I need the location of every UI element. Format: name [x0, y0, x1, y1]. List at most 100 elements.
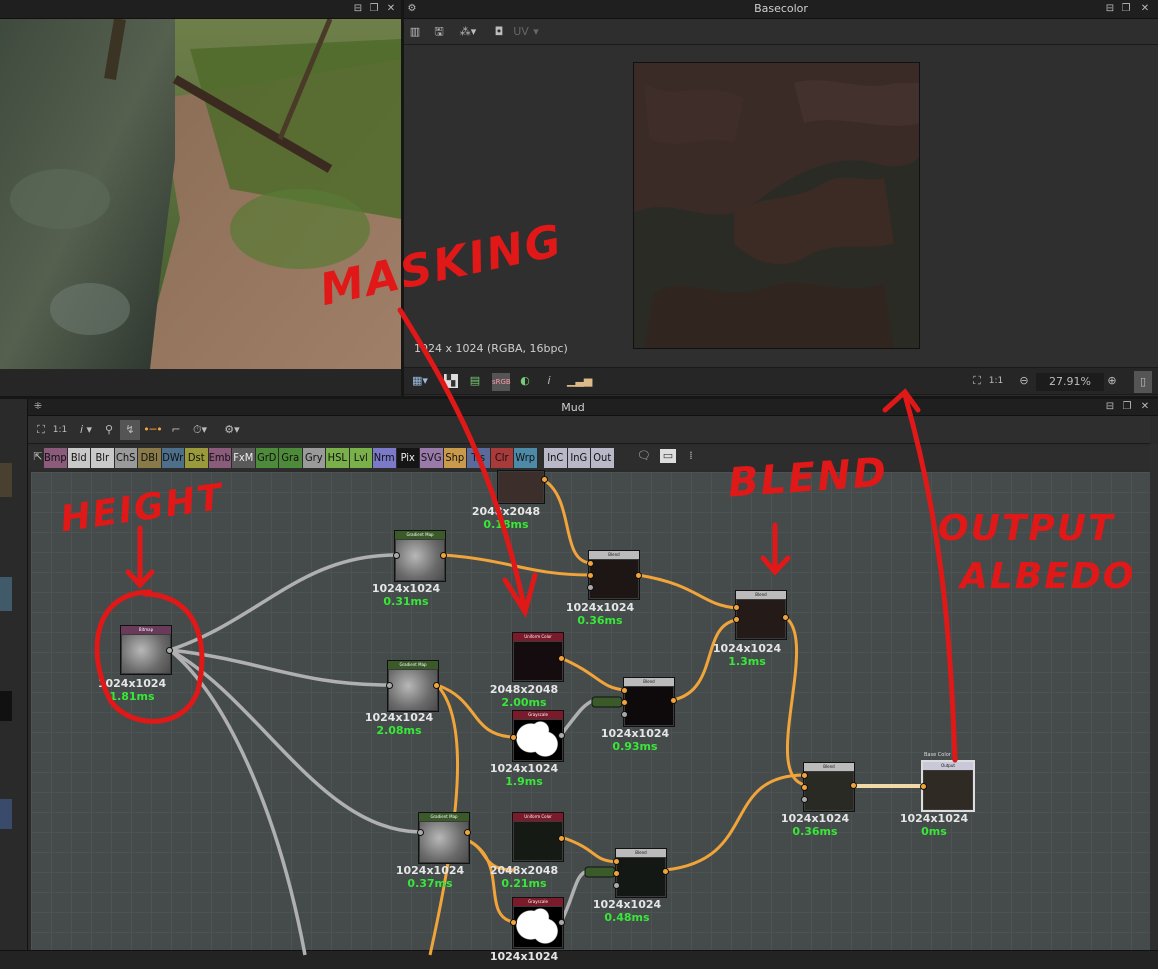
graph-ratio-button[interactable]: 1:1: [52, 423, 68, 437]
node-port[interactable]: [613, 858, 620, 865]
library-chs-button[interactable]: ChS: [114, 448, 138, 468]
close-icon[interactable]: ✕: [1139, 400, 1151, 413]
node-port[interactable]: [417, 829, 424, 836]
connection-angle-icon[interactable]: ⌐: [170, 423, 182, 437]
library-dwr-button[interactable]: DWr: [161, 448, 185, 468]
library-svg-button[interactable]: SVG: [420, 448, 444, 468]
node-port[interactable]: [510, 734, 517, 741]
basecolor-canvas[interactable]: 1024 x 1024 (RGBA, 16bpc): [404, 45, 1158, 367]
pin-icon[interactable]: ⊟: [1104, 400, 1116, 413]
pin-node-icon[interactable]: ⁞: [686, 449, 696, 463]
node-port[interactable]: [801, 784, 808, 791]
node-gradient-map-2[interactable]: Gradient Map: [387, 660, 439, 712]
library-fxm-button[interactable]: FxM: [232, 448, 256, 468]
explorer-thumb-2[interactable]: [0, 577, 12, 611]
settings-gear-icon[interactable]: ⚙▾: [220, 423, 244, 437]
color-picker-icon[interactable]: ◐: [518, 374, 532, 388]
node-port[interactable]: [587, 560, 594, 567]
uv-dropdown-icon[interactable]: ▾: [532, 25, 540, 39]
restore-icon[interactable]: ❐: [368, 2, 380, 15]
library-dbl-button[interactable]: DBl: [138, 448, 162, 468]
node-port[interactable]: [850, 782, 857, 789]
restore-icon[interactable]: ❐: [1120, 2, 1132, 15]
library-pix-button[interactable]: Pix: [396, 448, 420, 468]
viewport-3d-render[interactable]: [0, 19, 401, 369]
library-clr-button[interactable]: Clr: [490, 448, 514, 468]
zoom-field[interactable]: 27.91%: [1036, 373, 1104, 391]
node-port[interactable]: [440, 552, 447, 559]
node-blend-3[interactable]: Blend: [623, 677, 675, 727]
node-port[interactable]: [587, 572, 594, 579]
frame-all-icon[interactable]: ⛶: [34, 423, 48, 437]
node-grayscale-2[interactable]: Grayscale: [512, 897, 564, 949]
node-port[interactable]: [670, 697, 677, 704]
library-wrp-button[interactable]: Wrp: [514, 448, 538, 468]
node-top-partial[interactable]: [497, 470, 545, 504]
node-gradient-map-1[interactable]: Gradient Map: [394, 530, 446, 582]
node-port[interactable]: [662, 868, 669, 875]
panel-menu-icon[interactable]: ⚙: [406, 2, 418, 15]
node-grayscale-1[interactable]: Grayscale: [512, 710, 564, 762]
node-output[interactable]: Output: [921, 760, 975, 812]
node-port[interactable]: [393, 552, 400, 559]
library-bld-button[interactable]: Bld: [67, 448, 91, 468]
node-port[interactable]: [541, 476, 548, 483]
display-mode-icon[interactable]: ⁂▾: [456, 25, 480, 39]
library-inc-button[interactable]: InC: [544, 448, 568, 468]
node-blend-2[interactable]: Blend: [735, 590, 787, 640]
node-blend-4[interactable]: Blend: [803, 762, 855, 812]
node-bitmap[interactable]: Bitmap: [120, 625, 172, 675]
gradient-icon[interactable]: ▤: [468, 374, 482, 388]
library-bmp-button[interactable]: Bmp: [44, 448, 68, 468]
node-port[interactable]: [558, 732, 565, 739]
library-shp-button[interactable]: Shp: [443, 448, 467, 468]
library-gra-button[interactable]: Gra: [279, 448, 303, 468]
frame-icon[interactable]: ▭: [660, 449, 676, 463]
checker-bg-icon[interactable]: ▚: [444, 374, 458, 388]
graph-info-icon[interactable]: i ▾: [76, 423, 96, 437]
pin-icon[interactable]: ⊟: [1104, 2, 1116, 15]
node-port[interactable]: [801, 772, 808, 779]
node-port[interactable]: [621, 687, 628, 694]
library-nrm-button[interactable]: Nrm: [373, 448, 397, 468]
node-port[interactable]: [558, 835, 565, 842]
node-port[interactable]: [558, 655, 565, 662]
library-blr-button[interactable]: Blr: [91, 448, 115, 468]
info-icon[interactable]: i: [544, 374, 554, 388]
node-uniform-color-2[interactable]: Uniform Color: [512, 812, 564, 862]
side-panel-toggle[interactable]: ▯: [1134, 371, 1152, 393]
connection-orange-icon[interactable]: •─•: [140, 423, 166, 437]
zoom-in-icon[interactable]: ⊕: [1106, 374, 1118, 388]
node-port[interactable]: [510, 919, 517, 926]
color-channels-icon[interactable]: ▦▾: [408, 374, 432, 388]
library-export-icon[interactable]: ⇱: [32, 450, 44, 464]
node-port[interactable]: [464, 829, 471, 836]
library-ing-button[interactable]: InG: [567, 448, 591, 468]
node-port[interactable]: [558, 919, 565, 926]
pin-icon[interactable]: ⊟: [352, 2, 364, 15]
fit-view-icon[interactable]: ⛶: [970, 374, 984, 388]
ratio-button[interactable]: 1:1: [988, 374, 1004, 388]
node-port[interactable]: [433, 682, 440, 689]
node-uniform-color-1[interactable]: Uniform Color: [512, 632, 564, 682]
library-gry-button[interactable]: Gry: [302, 448, 326, 468]
camera-icon[interactable]: ◘: [492, 25, 506, 39]
node-gradient-map-3[interactable]: Gradient Map: [418, 812, 470, 864]
library-lvl-button[interactable]: Lvl: [349, 448, 373, 468]
library-grd-button[interactable]: GrD: [255, 448, 279, 468]
node-port[interactable]: [613, 882, 620, 889]
library-hsl-button[interactable]: HSL: [326, 448, 350, 468]
node-blend-5[interactable]: Blend: [615, 848, 667, 898]
explorer-thumb-3[interactable]: [0, 691, 12, 721]
node-port[interactable]: [733, 616, 740, 623]
timer-icon[interactable]: ⏱▾: [188, 423, 212, 437]
node-port[interactable]: [386, 682, 393, 689]
node-port[interactable]: [782, 614, 789, 621]
node-port[interactable]: [166, 647, 173, 654]
save-image-icon[interactable]: 🖫: [432, 25, 446, 39]
node-port[interactable]: [801, 796, 808, 803]
node-blend-1[interactable]: Blend: [588, 550, 640, 600]
channels-icon[interactable]: ▥: [408, 25, 422, 39]
library-emb-button[interactable]: Emb: [208, 448, 232, 468]
explorer-thumb-4[interactable]: [0, 799, 12, 829]
